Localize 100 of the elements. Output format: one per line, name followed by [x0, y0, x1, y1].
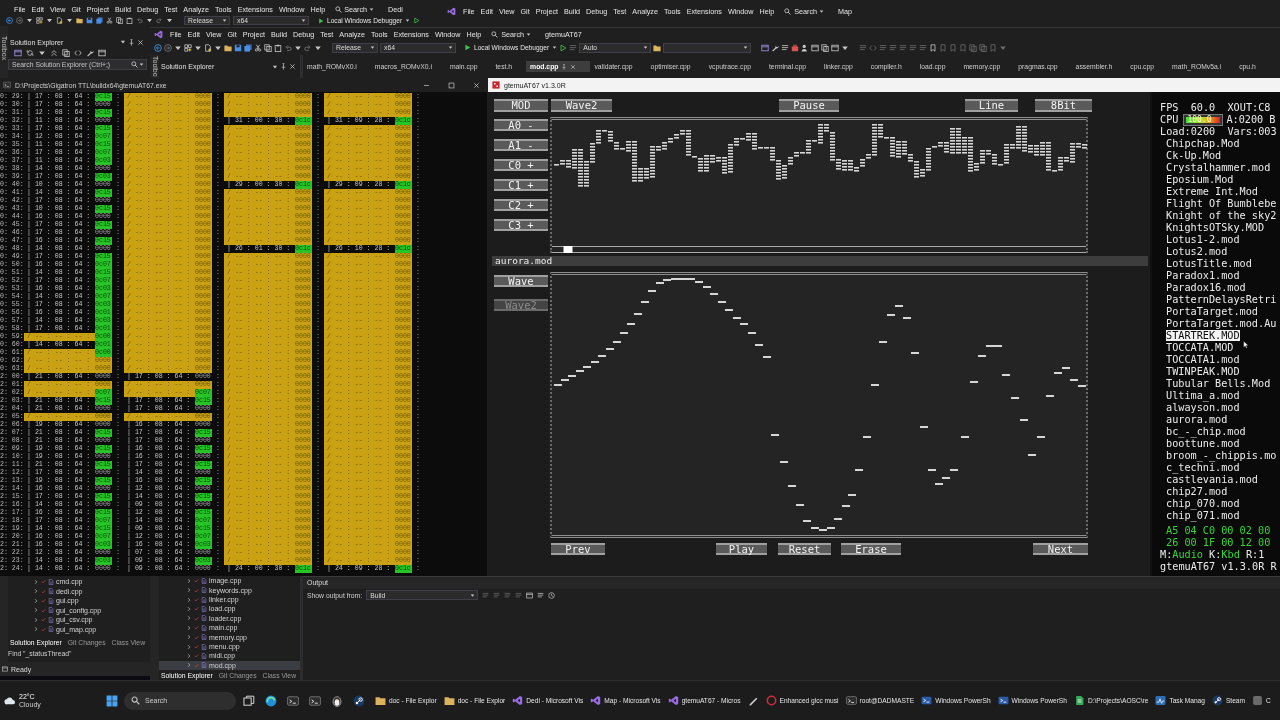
song-list-item[interactable]: Paradox16.mod: [1166, 282, 1246, 293]
song-list-item[interactable]: Lotus1-2.mod: [1166, 234, 1240, 245]
pages-icon[interactable]: [821, 43, 830, 52]
toggle-button[interactable]: Line: [965, 99, 1018, 112]
song-list-item[interactable]: TOCCATA1.mod: [1166, 354, 1240, 365]
view-button[interactable]: Wave: [494, 275, 548, 287]
toggle-button[interactable]: 8Bit: [1035, 99, 1092, 112]
caret-icon[interactable]: [174, 43, 182, 52]
song-list-item[interactable]: PortaTarget.mod: [1166, 306, 1258, 317]
channel-button[interactable]: C0 +: [494, 159, 548, 171]
toggle-button[interactable]: MOD: [494, 99, 548, 112]
caret-icon[interactable]: [214, 43, 222, 52]
song-list-item[interactable]: Crystalhammer.mod: [1166, 162, 1271, 173]
song-list-item[interactable]: boottune.mod: [1166, 438, 1240, 449]
curved-arrow-right-icon[interactable]: [156, 17, 163, 24]
song-list-item[interactable]: PatternDelaysRetri: [1166, 294, 1277, 305]
close-icon[interactable]: [137, 38, 144, 46]
caret-icon[interactable]: [272, 63, 278, 70]
window-icon[interactable]: [761, 43, 770, 52]
grid-icon[interactable]: [36, 17, 43, 24]
circle-arrow-left-icon[interactable]: [154, 43, 162, 52]
angle-brackets-icon[interactable]: [74, 49, 82, 57]
terminal-icon[interactable]: [309, 694, 321, 707]
close-icon[interactable]: [289, 63, 296, 70]
four-squares-icon[interactable]: [106, 694, 118, 707]
window-icon[interactable]: [811, 43, 820, 52]
channel-button[interactable]: C2 +: [494, 199, 548, 211]
circle-logo-icon[interactable]: [353, 694, 365, 707]
caret-icon[interactable]: [841, 43, 850, 52]
channel-button[interactable]: C1 +: [494, 179, 548, 191]
folder-icon[interactable]: [224, 43, 232, 52]
scissors-icon[interactable]: [254, 43, 262, 52]
song-list-item[interactable]: Extreme Int.Mod: [1166, 186, 1258, 197]
transport-button[interactable]: Next: [1033, 543, 1088, 555]
clipboard-icon[interactable]: [126, 17, 133, 24]
caret-icon[interactable]: [26, 17, 33, 24]
curved-arrow-left-icon[interactable]: [136, 17, 143, 24]
circle-arrow-right-icon[interactable]: [16, 17, 23, 24]
circle-arrow-left-icon[interactable]: [6, 17, 13, 24]
page-plus-icon[interactable]: [56, 17, 63, 24]
song-list-item[interactable]: chip27.mod: [1166, 486, 1228, 497]
window-icon[interactable]: [526, 591, 534, 599]
song-list-item[interactable]: Flight Of Bumblebe: [1166, 198, 1277, 209]
caret-icon[interactable]: [314, 43, 322, 52]
swirl-icon[interactable]: [265, 694, 277, 707]
wrench-icon[interactable]: [771, 43, 780, 52]
floppy-disks-icon[interactable]: [244, 43, 252, 52]
play-outline-icon[interactable]: [413, 17, 421, 24]
song-list-item[interactable]: chip_071.mod: [1166, 510, 1240, 521]
song-list-item[interactable]: Paradox1.mod: [1166, 270, 1240, 281]
window-icon[interactable]: [98, 49, 106, 57]
song-list-item[interactable]: c_techni.mod: [1166, 462, 1240, 473]
song-list-item[interactable]: Chipchap.Mod: [1166, 138, 1240, 149]
scissors-icon[interactable]: [106, 17, 113, 24]
wrench-icon[interactable]: [86, 49, 94, 57]
song-list-item[interactable]: aurora.mod: [1166, 414, 1228, 425]
window-icon[interactable]: [831, 43, 840, 52]
song-list-item[interactable]: Tubular Bells.Mod: [1166, 378, 1271, 389]
song-list-item[interactable]: Lotus2.mod: [1166, 246, 1228, 257]
song-list-item[interactable]: chip_070.mod: [1166, 498, 1240, 509]
folder-icon[interactable]: [653, 43, 662, 52]
person-icon[interactable]: [801, 43, 810, 52]
channel-button[interactable]: A1 -: [494, 139, 548, 151]
penguin-icon[interactable]: [331, 694, 343, 707]
page-plus-icon[interactable]: [204, 43, 212, 52]
song-list-item[interactable]: Eposium.Mod: [1166, 174, 1234, 185]
terminal-icon[interactable]: [287, 694, 299, 707]
song-list-item[interactable]: broom_-_chippis.mo: [1166, 450, 1277, 461]
song-list-item[interactable]: KnightsOTSky.MOD: [1166, 222, 1265, 233]
pages-icon[interactable]: [62, 49, 70, 57]
caret-icon[interactable]: [166, 17, 173, 24]
channel-button[interactable]: C3 +: [494, 219, 548, 231]
text-lines-icon[interactable]: [781, 43, 790, 52]
song-list-item[interactable]: TOCCATA.MOD: [1166, 342, 1234, 353]
circular-arrows-icon[interactable]: [26, 49, 34, 57]
toggle-button[interactable]: Pause: [779, 99, 839, 112]
floppy-disks-icon[interactable]: [96, 17, 103, 24]
caret-icon[interactable]: [294, 43, 302, 52]
song-list-item[interactable]: STARTREK.MOD: [1166, 330, 1240, 341]
slider-track[interactable]: [552, 246, 1086, 253]
song-list-item[interactable]: LotusTitle.mod: [1166, 258, 1252, 269]
double-chevron-up-icon[interactable]: [50, 49, 58, 57]
caret-icon[interactable]: [194, 43, 202, 52]
cloud-icon[interactable]: [3, 695, 16, 706]
song-list-item[interactable]: PortaTarget.mod.Au: [1166, 318, 1277, 329]
pin-icon[interactable]: [128, 38, 135, 46]
song-list-item[interactable]: Ultima_a.mod: [1166, 390, 1240, 401]
caret-icon[interactable]: [146, 17, 153, 24]
pages-icon[interactable]: [116, 17, 123, 24]
overlapping-squares-icon[interactable]: [243, 694, 255, 707]
transport-button[interactable]: Prev: [551, 543, 605, 555]
caret-icon[interactable]: [46, 17, 53, 24]
transport-button[interactable]: Play: [716, 543, 767, 555]
transport-button[interactable]: Reset: [778, 543, 831, 555]
clock-icon[interactable]: [548, 591, 556, 599]
caret-icon[interactable]: [66, 17, 73, 24]
toggle-button[interactable]: Wave2: [551, 99, 612, 112]
grid-icon[interactable]: [184, 43, 192, 52]
pin-icon[interactable]: [280, 63, 287, 70]
song-list-item[interactable]: castlevania.mod: [1166, 474, 1258, 485]
